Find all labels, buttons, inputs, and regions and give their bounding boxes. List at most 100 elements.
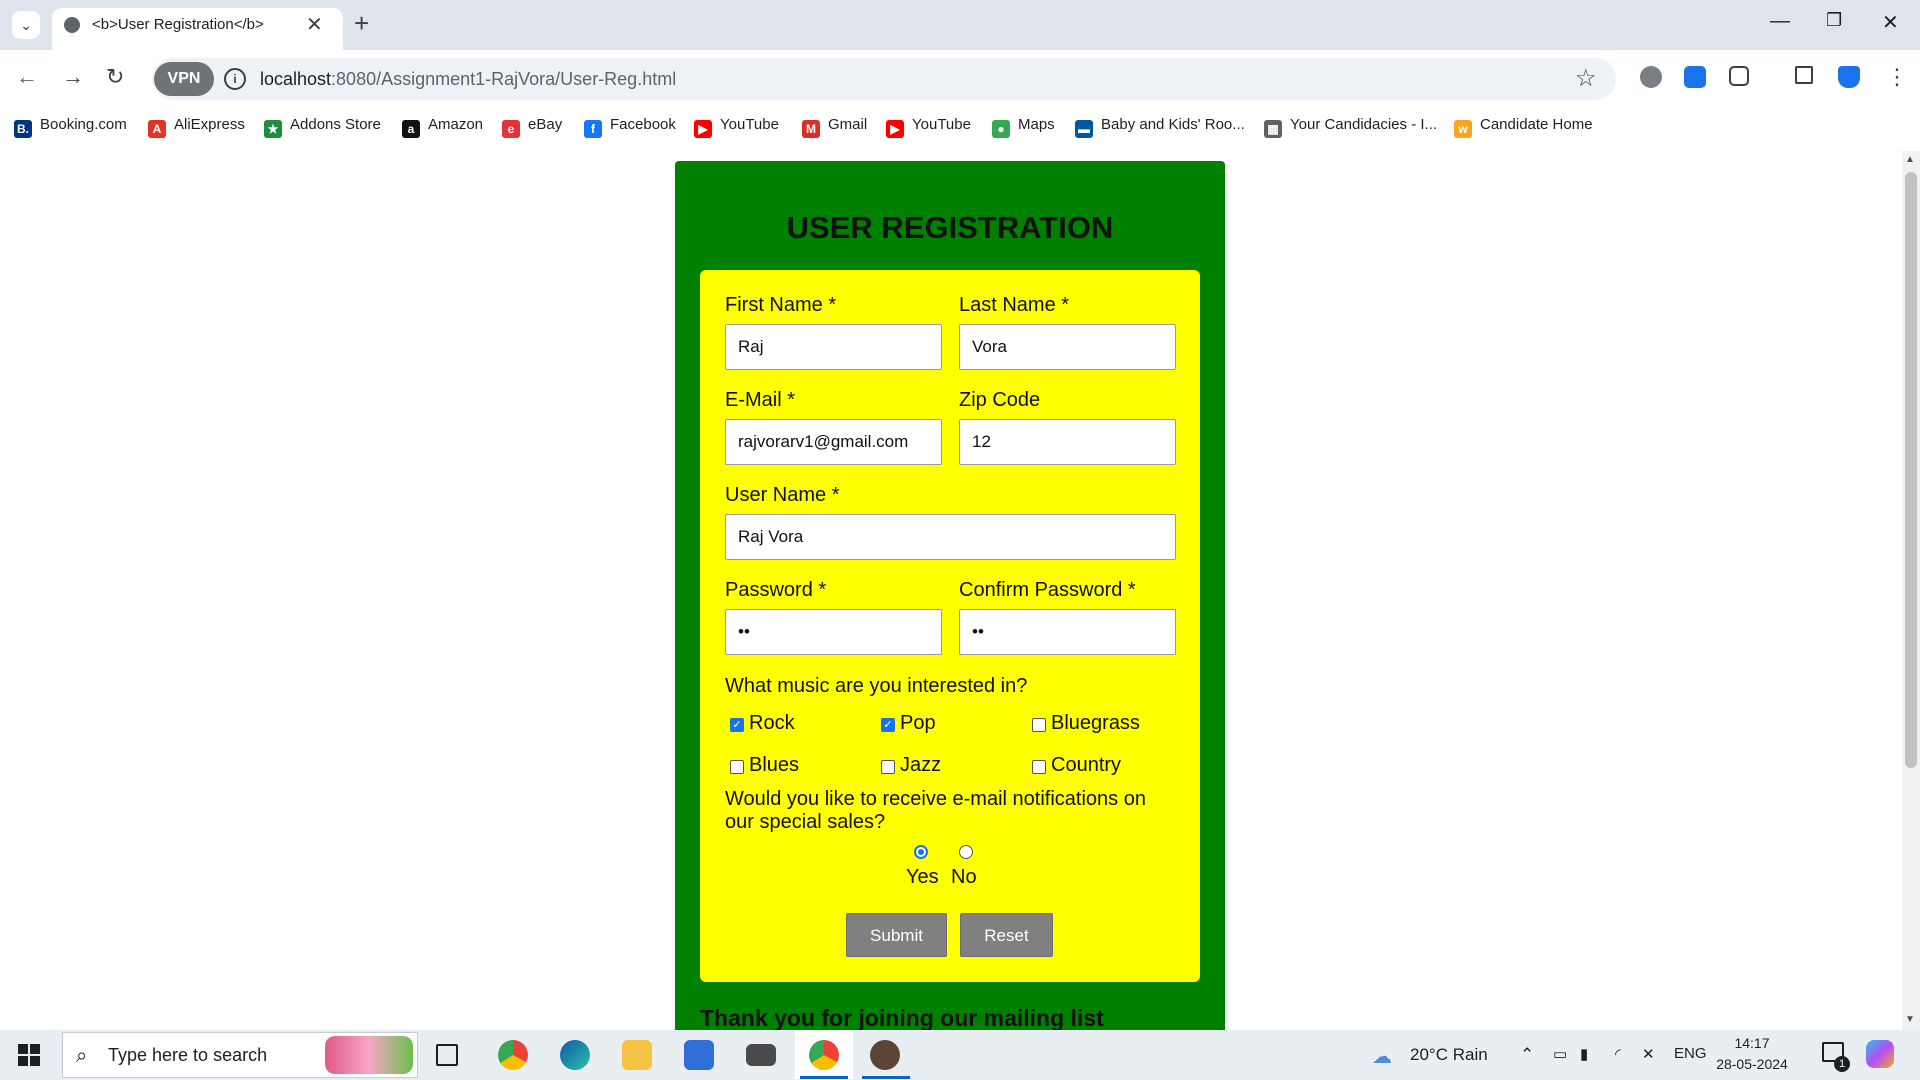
confirm-password-label: Confirm Password * [959,579,1136,601]
store-icon[interactable] [684,1040,714,1070]
notify-question: Would you like to receive e-mail notific… [725,788,1146,833]
weather-icon: ☁ [1372,1046,1392,1068]
extension-icon[interactable] [1640,66,1662,88]
puzzle-icon[interactable] [1729,66,1749,86]
confirm-password-input[interactable]: •• [959,609,1176,655]
windows-start-icon[interactable] [18,1044,40,1066]
app-icon[interactable] [870,1040,900,1070]
bookmark-booking-com[interactable]: B. Booking.com [14,116,127,138]
music-checkbox-jazz[interactable] [881,760,895,774]
mail-icon[interactable] [746,1044,776,1066]
volume-muted-icon[interactable]: ✕ [1642,1045,1655,1063]
close-tab-icon[interactable]: ✕ [306,12,323,37]
bookmark-facebook[interactable]: f Facebook [584,116,676,138]
vpn-button[interactable]: VPN [154,62,214,96]
bookmark-label: YouTube [912,116,971,133]
music-checkbox-bluegrass[interactable] [1032,718,1046,732]
notify-no-radio[interactable] [959,845,973,859]
music-checkbox-rock[interactable]: ✓ [730,718,744,732]
music-checkbox-pop[interactable]: ✓ [881,718,895,732]
reload-icon[interactable]: ↻ [106,64,124,90]
music-checkbox-country[interactable] [1032,760,1046,774]
chevron-up-icon[interactable]: ⌃ [1520,1045,1534,1065]
bookmark-addons-store[interactable]: ★ Addons Store [264,116,381,138]
addons-icon: ★ [264,120,282,138]
scrollbar-thumb[interactable] [1905,172,1917,768]
side-panel-icon[interactable] [1795,66,1813,84]
amazon-icon: a [402,120,420,138]
password-input[interactable]: •• [725,609,942,655]
weather-text[interactable]: 20°C Rain [1410,1045,1488,1065]
bookmark-label: Gmail [828,116,868,133]
bookmark-label: Facebook [610,116,676,133]
tab-title: <b>User Registration</b> [92,16,264,33]
notify-yes-radio[interactable] [914,845,928,859]
shield-icon[interactable] [1838,66,1860,88]
task-view-icon[interactable] [436,1044,458,1066]
close-window-icon[interactable]: ✕ [1882,10,1899,35]
bookmark-gmail[interactable]: M Gmail [802,116,867,138]
first-name-input[interactable]: Raj [725,324,942,370]
bookmark-ebay[interactable]: e eBay [502,116,562,138]
ikea-icon: ▬ [1075,120,1093,138]
forward-icon[interactable]: → [62,64,84,90]
chrome-icon[interactable] [498,1040,528,1070]
facebook-icon: f [584,120,602,138]
bookmark-maps[interactable]: ● Maps [992,116,1055,138]
bookmark-amazon[interactable]: a Amazon [402,116,483,138]
music-label-rock: Rock [749,712,795,734]
email-field[interactable]: rajvorarv1@gmail.com [725,419,942,465]
bookmark-your-candidacies-i[interactable]: ▦ Your Candidacies - I... [1264,116,1437,138]
scroll-up-arrow[interactable]: ▲ [1905,154,1915,165]
restore-icon[interactable]: ❐ [1826,10,1842,31]
first-name-label: First Name * [725,294,837,316]
maps-icon: ● [992,120,1010,138]
submit-button[interactable]: Submit [846,913,947,957]
menu-icon[interactable]: ⋮ [1886,64,1908,90]
language-indicator[interactable]: ENG [1674,1045,1707,1062]
active-indicator [800,1076,848,1079]
clock-time[interactable]: 14:17 [1710,1035,1794,1051]
youtube-icon: ▶ [886,120,904,138]
globe-icon [64,17,80,33]
tab-search-button[interactable]: ⌄ [12,11,40,39]
wifi-icon[interactable]: ◜ [1615,1045,1621,1063]
youtube-icon: ▶ [694,120,712,138]
username-label: User Name * [725,484,840,506]
meet-now-icon[interactable]: ▭ [1553,1045,1567,1063]
chrome-active-icon[interactable] [809,1040,839,1070]
url-text[interactable]: localhost:8080/Assignment1-RajVora/User-… [260,69,676,90]
scroll-down-arrow[interactable]: ▼ [1905,1014,1915,1025]
bookmark-label: Candidate Home [1480,116,1593,133]
minimize-icon[interactable]: — [1770,10,1790,33]
site-info-icon[interactable]: i [224,68,246,90]
active-indicator-2 [862,1076,910,1079]
reset-button[interactable]: Reset [960,913,1053,957]
copilot-icon[interactable] [1866,1040,1894,1068]
back-icon[interactable]: ← [16,64,38,90]
vpn-shield-icon[interactable] [1684,66,1706,88]
edge-icon[interactable] [560,1040,590,1070]
bookmark-aliexpress[interactable]: A AliExpress [148,116,245,138]
thanks-message: Thank you for joining our mailing list [700,1005,1104,1031]
bookmark-candidate-home[interactable]: w Candidate Home [1454,116,1593,138]
username-input[interactable]: Raj Vora [725,514,1176,560]
booking-icon: B. [14,120,32,138]
bookmark-youtube[interactable]: ▶ YouTube [886,116,971,138]
bookmark-label: Your Candidacies - I... [1290,116,1438,133]
last-name-input[interactable]: Vora [959,324,1176,370]
music-checkbox-blues[interactable] [730,760,744,774]
zip-code-input[interactable]: 12 [959,419,1176,465]
notification-badge: 1 [1834,1056,1850,1072]
new-tab-button[interactable]: + [354,8,369,39]
ebay-icon: e [502,120,520,138]
file-explorer-icon[interactable] [622,1040,652,1070]
bookmark-star-icon[interactable]: ☆ [1575,64,1597,93]
bookmark-baby-and-kids-roo[interactable]: ▬ Baby and Kids' Roo... [1075,116,1245,138]
battery-icon[interactable]: ▮ [1580,1045,1588,1063]
zip-code-label: Zip Code [959,389,1041,411]
bookmark-youtube[interactable]: ▶ YouTube [694,116,779,138]
clock-date[interactable]: 28-05-2024 [1710,1056,1794,1072]
music-label-pop: Pop [900,712,936,734]
bookmark-label: Baby and Kids' Roo... [1101,116,1245,133]
